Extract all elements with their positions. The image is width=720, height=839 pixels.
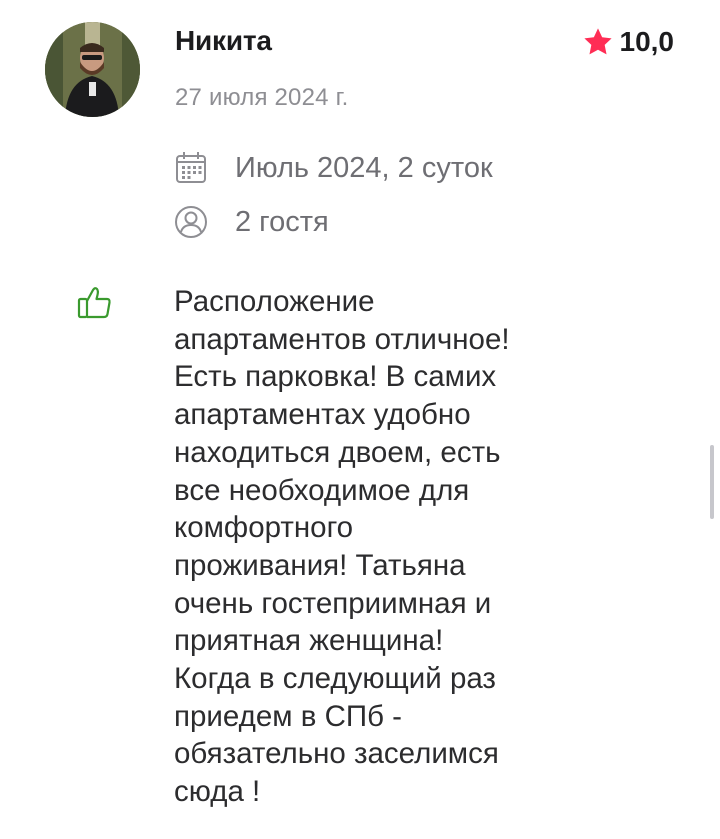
review-card: Никита 27 июля 2024 г. 10,0 Июль 2024, 2… bbox=[0, 0, 720, 839]
review-positive-text: Расположение апартаментов отличное! Есть… bbox=[174, 285, 510, 809]
rating-value: 10,0 bbox=[619, 26, 675, 57]
user-circle-icon bbox=[175, 206, 207, 238]
stay-info: Июль 2024, 2 суток bbox=[173, 150, 493, 186]
guests-info: 2 гостя bbox=[173, 204, 329, 240]
guests-text: 2 гостя bbox=[235, 205, 329, 238]
author-avatar[interactable] bbox=[45, 22, 140, 117]
user-photo-avatar-icon bbox=[45, 22, 140, 117]
star-icon bbox=[583, 28, 612, 55]
scroll-indicator[interactable] bbox=[710, 445, 714, 519]
calendar-icon bbox=[176, 152, 206, 183]
rating-badge: 10,0 bbox=[582, 26, 675, 58]
thumbs-up-icon bbox=[76, 283, 114, 321]
review-date: 27 июля 2024 г. bbox=[175, 84, 349, 111]
stay-text: Июль 2024, 2 суток bbox=[235, 151, 493, 184]
author-name: Никита bbox=[175, 25, 272, 56]
